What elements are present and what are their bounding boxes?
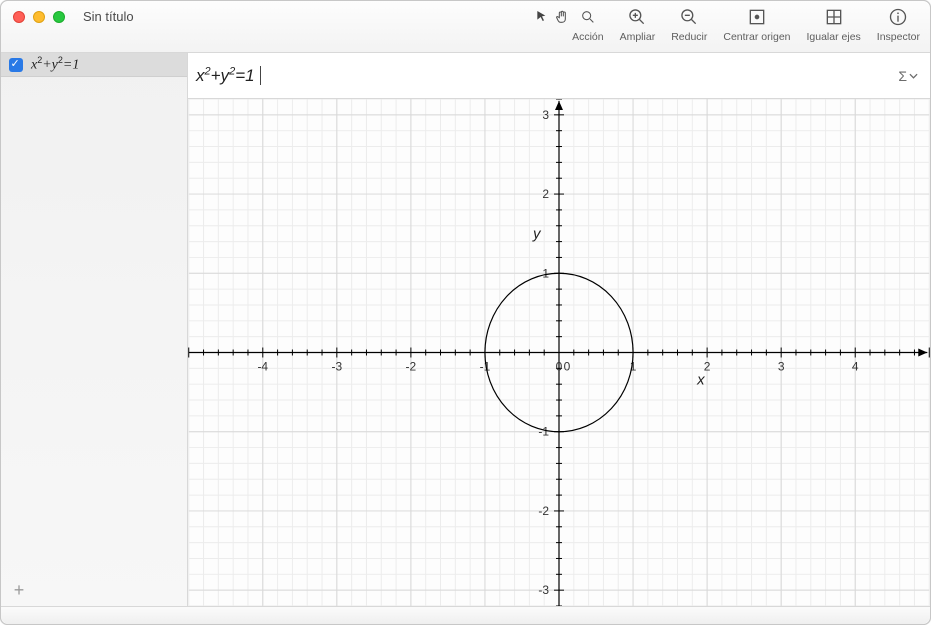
- graph-canvas[interactable]: -4-3-2-101234-3-2-11230xy: [188, 99, 930, 606]
- sigma-icon: Σ: [898, 68, 907, 84]
- svg-text:-3: -3: [538, 583, 549, 597]
- svg-text:4: 4: [852, 359, 859, 373]
- svg-text:3: 3: [542, 108, 549, 122]
- center-origin-button[interactable]: Centrar origen: [723, 5, 790, 43]
- magnifier-icon: [578, 5, 598, 29]
- chevron-down-icon: [909, 73, 918, 79]
- footer-bar: [1, 606, 930, 624]
- sidebar: x2+y2=1 +: [1, 53, 188, 606]
- equalize-axes-button[interactable]: Igualar ejes: [807, 5, 861, 43]
- svg-text:-3: -3: [332, 359, 343, 373]
- text-cursor: [256, 66, 262, 85]
- svg-text:0: 0: [564, 359, 571, 373]
- svg-text:-2: -2: [406, 359, 417, 373]
- info-icon: [886, 5, 910, 29]
- inspector-button[interactable]: Inspector: [877, 5, 920, 43]
- svg-text:1: 1: [542, 266, 549, 280]
- hand-icon: [552, 5, 572, 29]
- zoom-in-button[interactable]: Ampliar: [620, 5, 656, 43]
- svg-text:x: x: [696, 371, 705, 388]
- minimize-icon[interactable]: [33, 11, 45, 23]
- center-origin-label: Centrar origen: [723, 31, 790, 43]
- equation-label: x2+y2=1: [31, 55, 79, 74]
- pointer-icon: [532, 5, 552, 29]
- equalize-axes-icon: [822, 5, 846, 29]
- svg-text:-1: -1: [538, 425, 549, 439]
- zoom-out-icon: [677, 5, 701, 29]
- tool-select[interactable]: [532, 5, 552, 43]
- svg-text:2: 2: [704, 359, 711, 373]
- equalize-axes-label: Igualar ejes: [807, 31, 861, 43]
- zoom-out-button[interactable]: Reducir: [671, 5, 707, 43]
- main-area: x2+y2=1 Σ -4-3-2-101234-3-2-11230xy: [188, 53, 930, 606]
- svg-text:y: y: [532, 226, 542, 243]
- zoom-out-label: Reducir: [671, 31, 707, 43]
- svg-text:3: 3: [778, 359, 785, 373]
- tool-zoom-area[interactable]: Acción: [572, 5, 604, 43]
- toolbar: Acción Ampliar Reducir Centrar origen: [532, 5, 920, 43]
- close-icon[interactable]: [13, 11, 25, 23]
- zoom-in-icon: [625, 5, 649, 29]
- equation-editor-bar: x2+y2=1 Σ: [188, 53, 930, 99]
- equation-list-item[interactable]: x2+y2=1: [1, 53, 187, 77]
- content: x2+y2=1 + x2+y2=1 Σ -4-3-2-101234-3-2-11…: [1, 53, 930, 606]
- toolbar-action-group: Acción: [532, 5, 604, 43]
- window-title: Sin título: [77, 1, 134, 24]
- svg-text:2: 2: [542, 187, 549, 201]
- inspector-label: Inspector: [877, 31, 920, 43]
- zoom-in-label: Ampliar: [620, 31, 656, 43]
- toolbar-action-label: Acción: [572, 31, 604, 43]
- tool-pan[interactable]: [552, 5, 572, 43]
- svg-text:-4: -4: [257, 359, 268, 373]
- svg-text:0: 0: [556, 359, 563, 373]
- add-equation-button[interactable]: +: [9, 580, 29, 600]
- equation-editor[interactable]: x2+y2=1: [196, 65, 261, 86]
- svg-text:-2: -2: [538, 504, 549, 518]
- equation-visibility-checkbox[interactable]: [9, 58, 23, 72]
- window-controls: [1, 1, 77, 33]
- symbols-menu-button[interactable]: Σ: [898, 68, 918, 84]
- plot-svg: -4-3-2-101234-3-2-11230xy: [188, 99, 930, 606]
- equation-editor-text: x2+y2=1: [196, 66, 255, 85]
- zoom-icon[interactable]: [53, 11, 65, 23]
- app-window: Sin título Acción: [0, 0, 931, 625]
- titlebar: Sin título Acción: [1, 1, 930, 53]
- center-origin-icon: [745, 5, 769, 29]
